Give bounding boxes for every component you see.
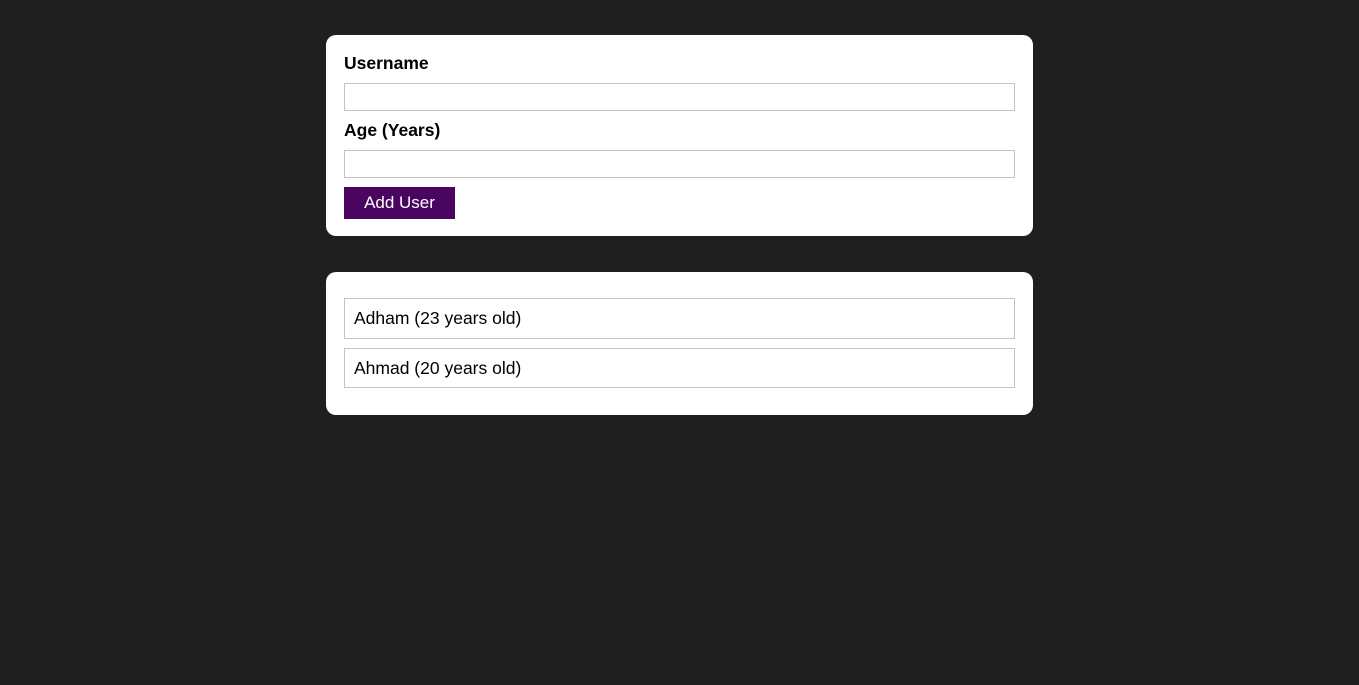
add-user-form: Username Age (Years) Add User bbox=[326, 35, 1033, 236]
age-input[interactable] bbox=[344, 150, 1015, 178]
user-list-item[interactable]: Ahmad (20 years old) bbox=[344, 348, 1015, 388]
add-user-button[interactable]: Add User bbox=[344, 187, 455, 219]
username-label: Username bbox=[344, 53, 429, 73]
users-list-card: Adham (23 years old) Ahmad (20 years old… bbox=[326, 272, 1033, 415]
username-input[interactable] bbox=[344, 83, 1015, 111]
age-label: Age (Years) bbox=[344, 120, 441, 140]
user-list-item[interactable]: Adham (23 years old) bbox=[344, 298, 1015, 339]
